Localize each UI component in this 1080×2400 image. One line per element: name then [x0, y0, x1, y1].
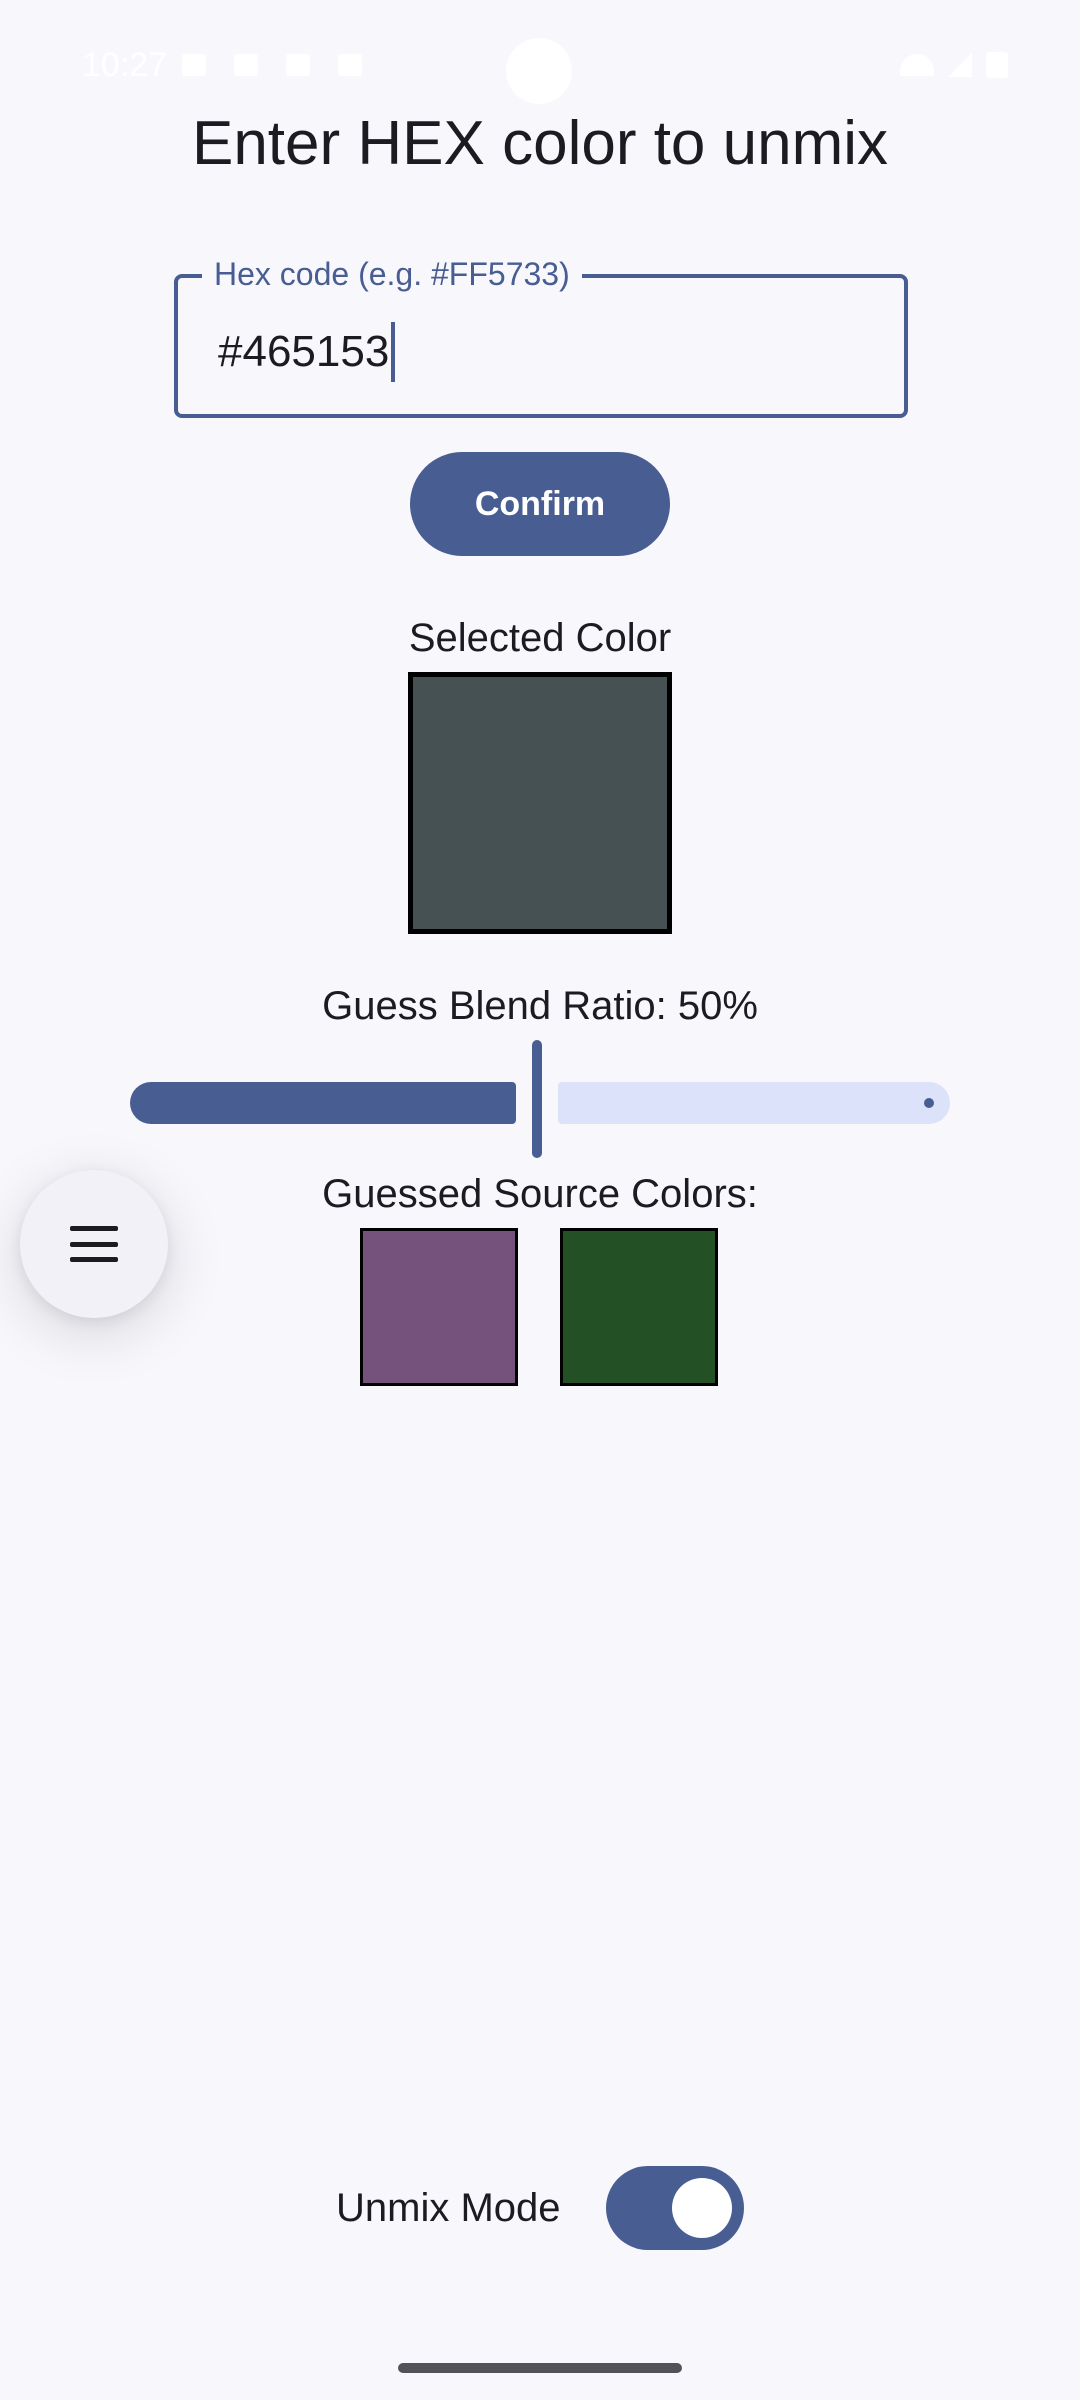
cloud-icon	[338, 54, 362, 76]
menu-button[interactable]	[20, 1170, 168, 1318]
guessed-sources-label: Guessed Source Colors:	[322, 1172, 758, 1216]
unmix-screen: 10:27 Enter HEX color to unmix Hex code …	[0, 0, 1080, 2400]
screenshot-icon	[182, 54, 206, 76]
confirm-button[interactable]: Confirm	[410, 452, 670, 556]
hamburger-menu-icon	[70, 1226, 118, 1262]
slider-thumb[interactable]	[532, 1040, 542, 1158]
slider-inactive-track	[558, 1082, 950, 1124]
camera-icon	[286, 54, 310, 76]
unmix-mode-row: Unmix Mode	[0, 2166, 1080, 2252]
unmix-mode-label: Unmix Mode	[336, 2186, 561, 2230]
hex-code-value: #465153	[218, 327, 390, 376]
battery-icon	[986, 52, 1008, 78]
status-time: 10:27	[82, 46, 168, 84]
notification-icon	[234, 54, 258, 76]
slider-active-track	[130, 1082, 516, 1124]
status-left-icons	[182, 54, 362, 76]
blend-ratio-slider[interactable]	[130, 1040, 950, 1164]
camera-cutout	[506, 38, 572, 104]
hex-code-field[interactable]: Hex code (e.g. #FF5733) #465153	[174, 256, 908, 418]
hex-code-input[interactable]: #465153	[218, 322, 396, 382]
blend-ratio-label: Guess Blend Ratio: 50%	[322, 984, 758, 1028]
hex-code-label: Hex code (e.g. #FF5733)	[202, 256, 582, 293]
signal-icon	[948, 53, 972, 77]
wifi-icon	[900, 54, 934, 76]
page-title: Enter HEX color to unmix	[191, 109, 889, 178]
home-indicator[interactable]	[398, 2363, 682, 2373]
guessed-source-swatch-1	[360, 1228, 518, 1386]
toggle-knob	[672, 2178, 732, 2238]
guessed-source-swatch-2	[560, 1228, 718, 1386]
selected-color-swatch	[408, 672, 672, 934]
slider-stop-indicator	[924, 1098, 934, 1108]
unmix-mode-toggle[interactable]	[606, 2166, 744, 2250]
status-right-icons	[900, 52, 1008, 78]
text-cursor	[391, 322, 396, 382]
selected-color-label: Selected Color	[408, 616, 672, 660]
